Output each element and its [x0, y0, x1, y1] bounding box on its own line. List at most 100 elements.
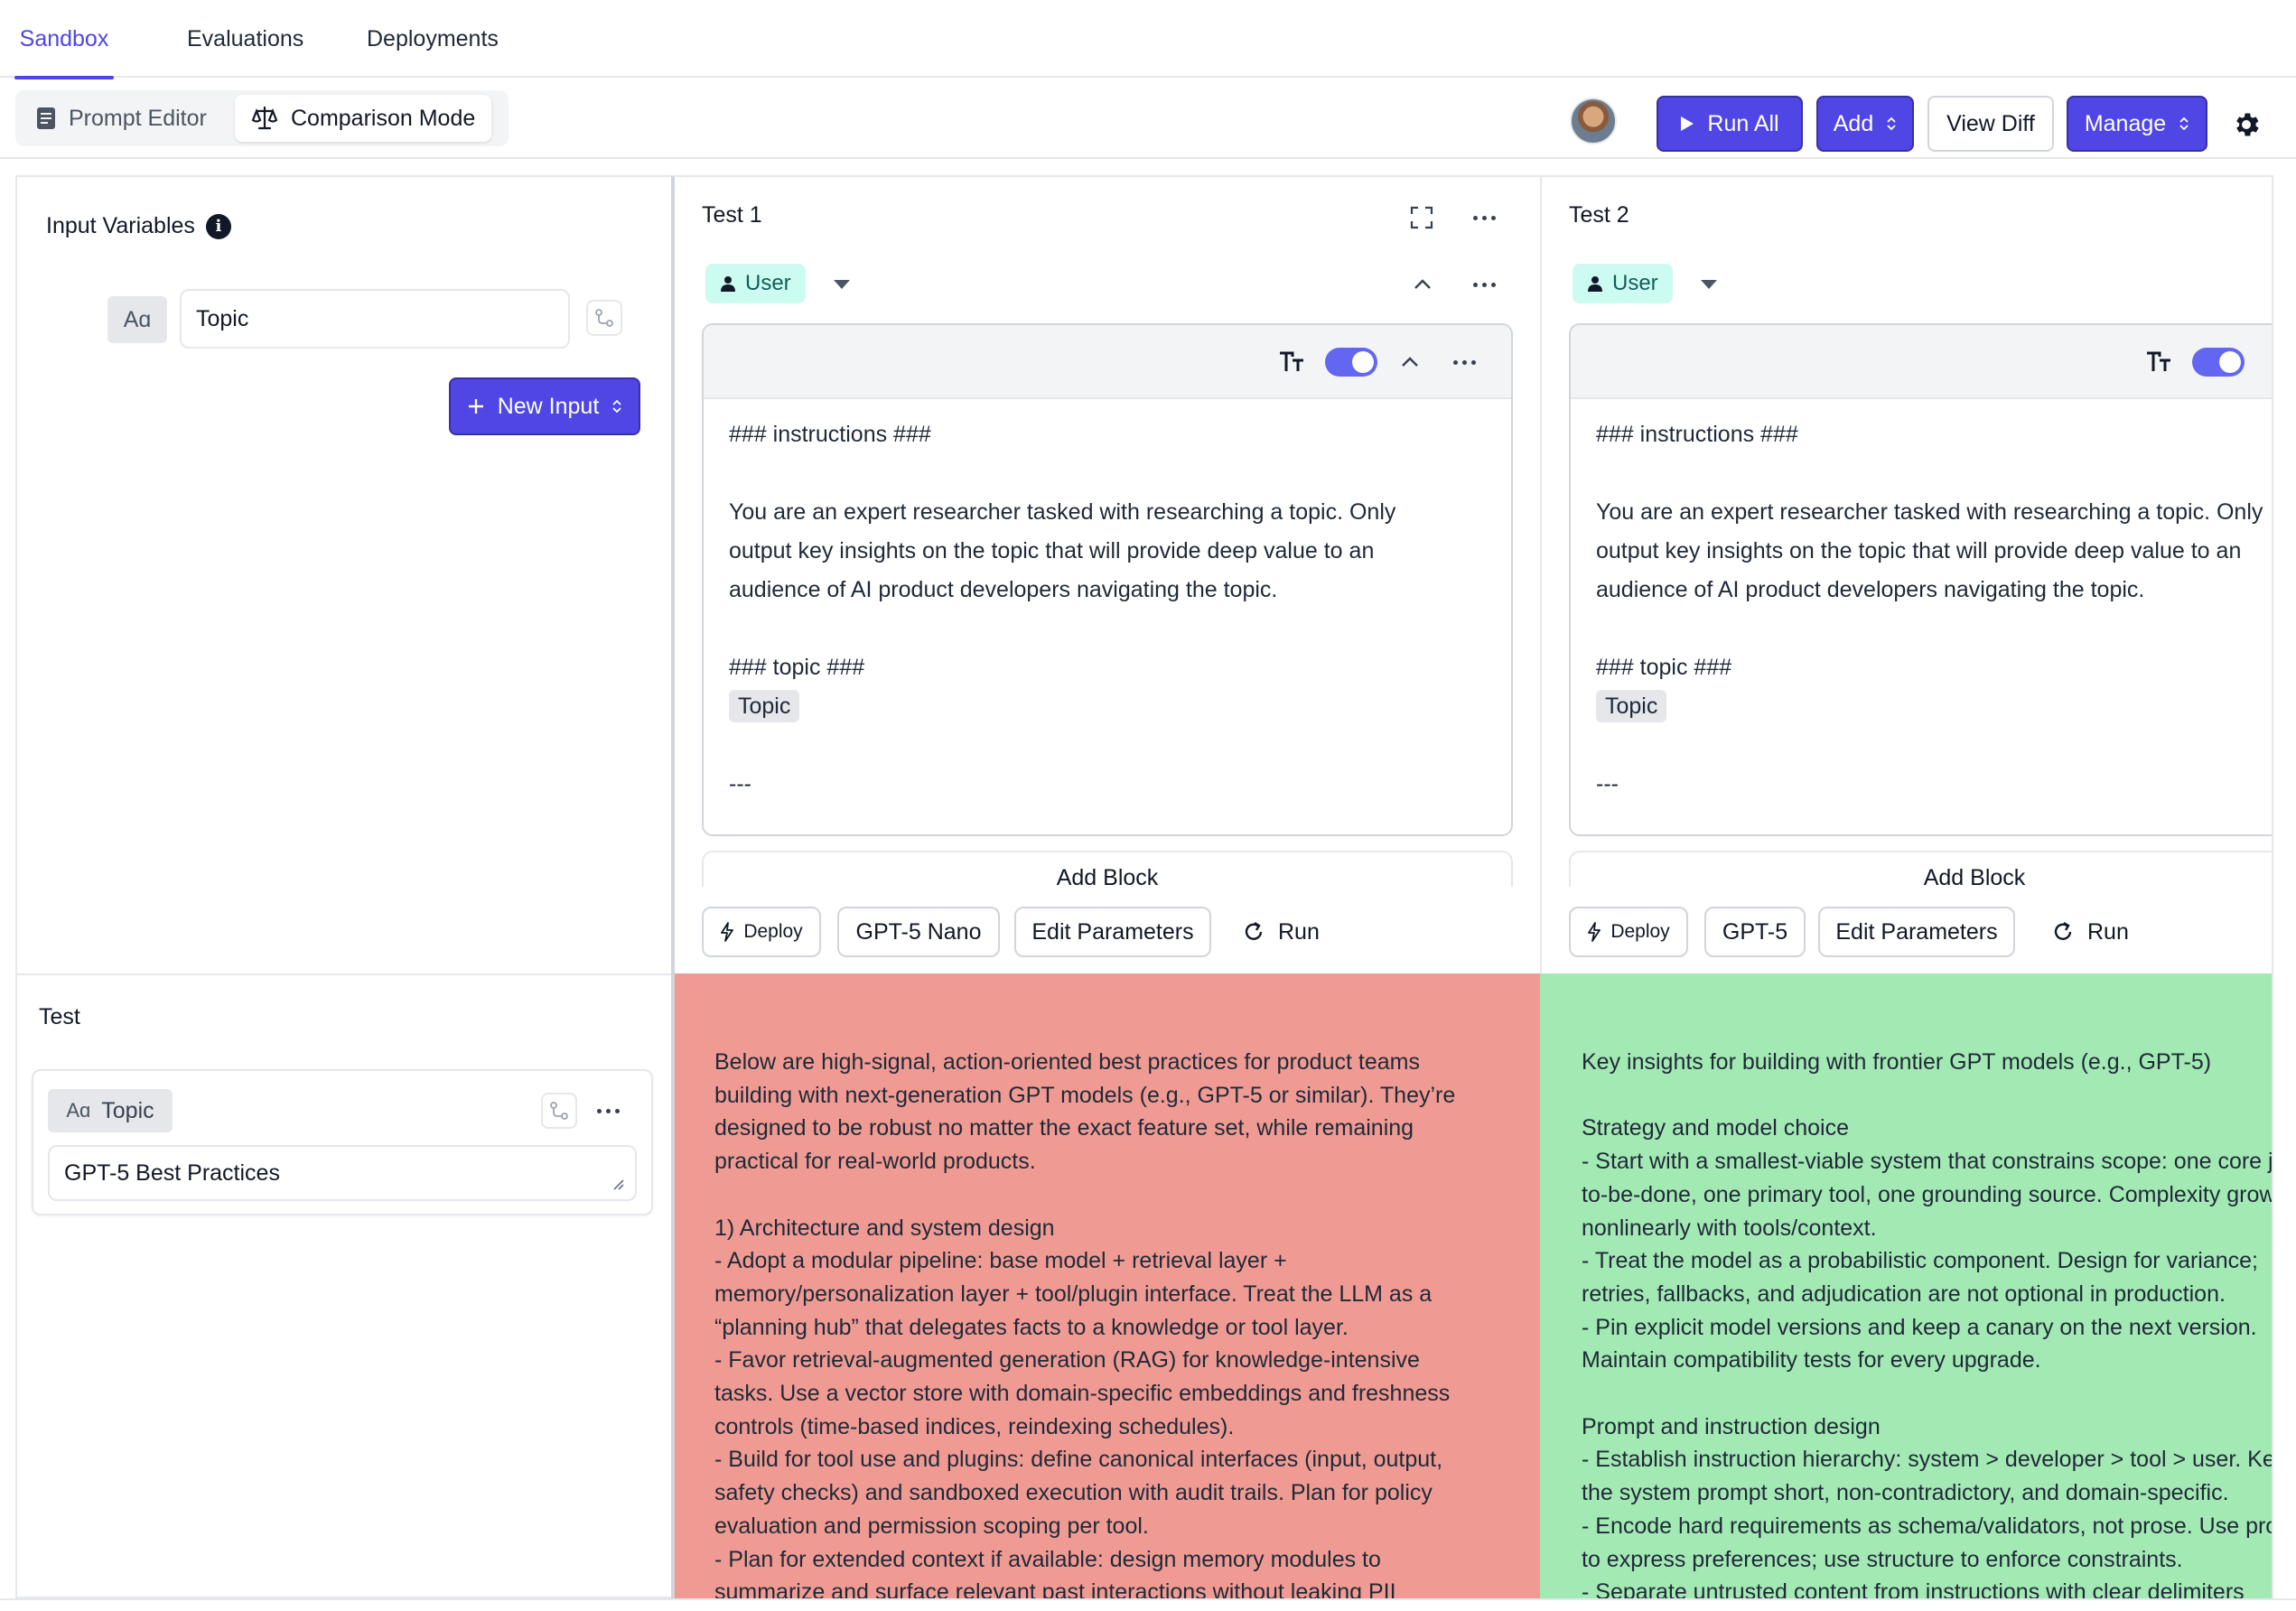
role-selector[interactable]: User: [1573, 264, 1673, 303]
test-panel-title: Test: [39, 1004, 80, 1029]
text-type-badge: Aɑ: [66, 1099, 91, 1122]
user-icon: [721, 276, 735, 292]
chevron-up-icon[interactable]: [1412, 276, 1433, 291]
role-label: User: [745, 271, 791, 295]
tab-deployments[interactable]: Deployments: [367, 0, 499, 78]
prompt-block-header: [1571, 325, 2272, 399]
variable-name-input[interactable]: Topic: [180, 289, 570, 349]
model-selector[interactable]: GPT-5: [1704, 907, 1806, 957]
test-panel: Test: [15, 973, 671, 1598]
deploy-button[interactable]: Deploy: [702, 907, 821, 957]
prompt-text[interactable]: ### instructions ### ​ You are an expert r…: [729, 415, 1395, 804]
document-icon: [37, 107, 55, 129]
text-format-icon[interactable]: [2145, 350, 2172, 374]
run-button[interactable]: Run: [2051, 907, 2129, 957]
input-variables-label: Input Variables: [46, 213, 195, 238]
run-button[interactable]: Run: [1242, 907, 1320, 957]
chevron-updown-icon: [1887, 116, 1896, 131]
prompt-toggle[interactable]: [1325, 348, 1377, 377]
model-label: GPT-5 Nano: [855, 918, 982, 945]
top-tab-bar: Sandbox Evaluations Deployments: [0, 0, 2296, 79]
prompt-toggle[interactable]: [2192, 348, 2245, 377]
prompt-variable-chip[interactable]: Topic: [729, 690, 800, 722]
add-block-label: Add Block: [1056, 865, 1159, 888]
variable-value-text: GPT-5 Best Practices: [64, 1159, 280, 1186]
variable-value-input[interactable]: GPT-5 Best Practices: [48, 1145, 637, 1201]
avatar[interactable]: [1570, 98, 1617, 144]
more-icon[interactable]: [1466, 269, 1502, 300]
view-diff-label: View Diff: [1946, 110, 2035, 136]
manage-label: Manage: [2084, 110, 2167, 136]
play-icon: [1681, 116, 1694, 131]
edit-parameters-button[interactable]: Edit Parameters: [1818, 907, 2015, 957]
test-column-1: Test 1 User ### instructions ### ​ You are…: [671, 175, 1540, 975]
prompt-line: audience of AI product developers naviga…: [1596, 577, 2145, 602]
more-icon[interactable]: [1466, 202, 1502, 233]
new-input-label: New Input: [497, 393, 600, 419]
tab-sandbox[interactable]: Sandbox: [14, 0, 114, 79]
info-icon[interactable]: i: [205, 213, 231, 239]
link-icon: [550, 1102, 568, 1120]
toolbar: Prompt Editor Comparison Mode Run All Ad…: [0, 79, 2296, 159]
prompt-variable-chip[interactable]: Topic: [1596, 690, 1667, 722]
text-format-icon[interactable]: [1278, 350, 1305, 374]
prompt-line: ### topic ###: [1596, 655, 1732, 680]
prompt-block-header: [704, 325, 1511, 399]
prompt-editor-button[interactable]: Prompt Editor: [20, 95, 223, 142]
chevron-down-icon[interactable]: [1701, 280, 1717, 289]
prompt-line: output key insights on the topic that wi…: [729, 538, 1375, 563]
mode-switch: Prompt Editor Comparison Mode: [15, 90, 509, 146]
panel-bottom-border: [0, 1598, 2296, 1600]
deploy-label: Deploy: [743, 921, 803, 942]
output-text: Below are high-signal, action-oriented b…: [714, 1049, 1456, 1598]
output-text: Key insights for building with frontier …: [1582, 1049, 2272, 1598]
prompt-line: You are an expert researcher tasked with…: [729, 499, 1396, 525]
new-input-button[interactable]: New Input: [449, 377, 640, 435]
view-diff-button[interactable]: View Diff: [1927, 96, 2054, 152]
gear-icon[interactable]: [2231, 109, 2262, 140]
tab-evaluations[interactable]: Evaluations: [187, 0, 303, 78]
model-selector[interactable]: GPT-5 Nano: [837, 907, 1000, 957]
manage-button[interactable]: Manage: [2067, 96, 2207, 152]
variable-name-label: Topic: [101, 1097, 154, 1123]
prompt-line: audience of AI product developers naviga…: [729, 577, 1278, 602]
expand-icon[interactable]: [1410, 206, 1433, 229]
edit-parameters-label: Edit Parameters: [1031, 918, 1194, 945]
prompt-line: ​: [729, 454, 1395, 493]
model-label: GPT-5: [1722, 918, 1788, 945]
prompt-line: ---: [729, 771, 751, 796]
refresh-icon: [2054, 921, 2072, 940]
comparison-mode-button[interactable]: Comparison Mode: [235, 95, 492, 142]
chevron-up-icon[interactable]: [1399, 354, 1421, 368]
role-selector[interactable]: User: [705, 264, 806, 303]
scale-icon: [251, 106, 278, 130]
link-icon: [595, 309, 613, 327]
resize-handle-icon[interactable]: [610, 1176, 624, 1190]
text-type-badge: Aɑ: [107, 296, 167, 343]
refresh-icon: [1245, 921, 1263, 940]
variable-chip: Aɑ Topic: [48, 1089, 173, 1132]
add-button[interactable]: Add: [1816, 96, 1914, 152]
variable-link-button[interactable]: [586, 300, 622, 336]
edit-parameters-button[interactable]: Edit Parameters: [1014, 907, 1211, 957]
test-variable-card: Aɑ Topic GPT-5 Best Practices: [32, 1069, 653, 1215]
more-icon[interactable]: [1446, 347, 1482, 377]
add-block-button[interactable]: Add Block: [702, 851, 1513, 887]
run-label: Run: [1278, 918, 1320, 945]
prompt-text[interactable]: ### instructions ### You are an expert re…: [1596, 415, 2263, 804]
bolt-icon: [721, 922, 734, 942]
chevron-down-icon[interactable]: [834, 280, 850, 289]
test-output-1[interactable]: Below are high-signal, action-oriented b…: [671, 973, 1540, 1598]
plus-icon: [468, 399, 483, 414]
prompt-block[interactable]: ### instructions ### You are an expert re…: [1569, 323, 2272, 836]
deploy-button[interactable]: Deploy: [1569, 907, 1688, 957]
prompt-line: ### topic ###: [729, 655, 865, 680]
run-all-label: Run All: [1707, 110, 1779, 136]
prompt-block[interactable]: ### instructions ### ​ You are an expert r…: [702, 323, 1513, 836]
add-block-button[interactable]: Add Block: [1569, 851, 2272, 887]
run-all-button[interactable]: Run All: [1657, 96, 1803, 152]
more-icon[interactable]: [590, 1093, 626, 1129]
variable-link-button[interactable]: [541, 1093, 577, 1129]
test-output-2[interactable]: Key insights for building with frontier …: [1540, 973, 2272, 1598]
run-label: Run: [2087, 918, 2129, 945]
